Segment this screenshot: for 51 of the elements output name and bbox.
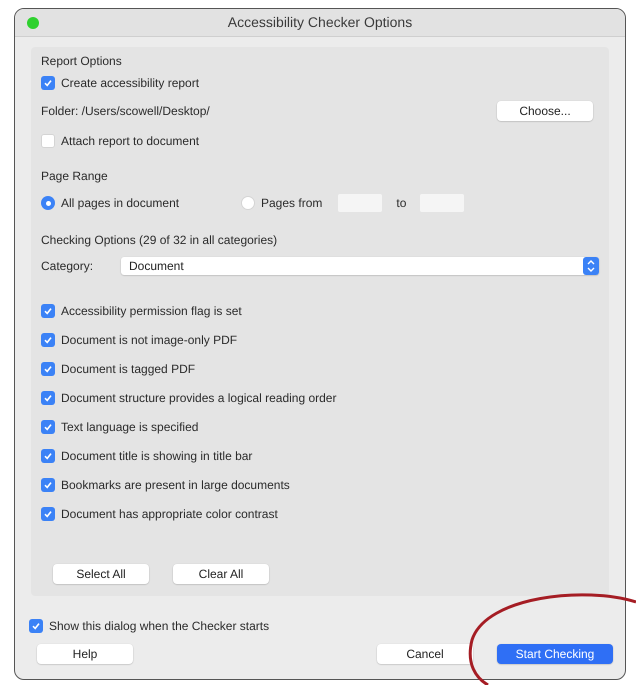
- checkbox-label: Bookmarks are present in large documents: [61, 477, 290, 494]
- checkmark-icon: [43, 306, 53, 316]
- radio-button[interactable]: [41, 196, 55, 210]
- start-checking-button[interactable]: Start Checking: [497, 644, 613, 664]
- checkbox-label: Document is tagged PDF: [61, 361, 196, 378]
- checkmark-icon: [43, 364, 53, 374]
- section-heading: Page Range: [41, 168, 109, 185]
- checkbox-label: Document has appropriate color contrast: [61, 506, 278, 523]
- radio-button[interactable]: [241, 196, 255, 210]
- dropdown-arrows-icon: [583, 257, 599, 275]
- to-label: to: [396, 195, 406, 212]
- radio-label: All pages in document: [61, 195, 180, 212]
- folder-path: Folder: /Users/scowell/Desktop/: [41, 103, 210, 120]
- checkbox[interactable]: [41, 362, 55, 376]
- checkmark-icon: [31, 621, 41, 631]
- checkmark-icon: [43, 509, 53, 519]
- checkmark-icon: [43, 393, 53, 403]
- window-title: Accessibility Checker Options: [226, 13, 414, 32]
- select-all-button[interactable]: Select All: [53, 564, 149, 584]
- checkbox[interactable]: [41, 420, 55, 434]
- footer-button[interactable]: Cancel: [377, 644, 473, 664]
- choose-button[interactable]: Choose...: [497, 101, 593, 121]
- category-label: Category:: [41, 258, 94, 275]
- checkbox-label: Document title is showing in title bar: [61, 448, 252, 465]
- checkmark-icon: [43, 480, 53, 490]
- checkmark-icon: [43, 335, 53, 345]
- radio-label: Pages from: [261, 195, 322, 212]
- checkmark-icon: [43, 422, 53, 432]
- clear-all-button[interactable]: Clear All: [173, 564, 269, 584]
- checkbox[interactable]: [41, 134, 55, 148]
- section-heading: Checking Options (29 of 32 in all categories): [41, 232, 278, 249]
- checkbox[interactable]: [41, 304, 55, 318]
- checkbox[interactable]: [41, 449, 55, 463]
- category-dropdown[interactable]: Document: [121, 257, 599, 275]
- checkbox-label: Attach report to document: [61, 133, 200, 150]
- checkbox-label: Text language is specified: [61, 419, 198, 436]
- checkbox-label: Accessibility permission flag is set: [61, 303, 242, 320]
- footer-button[interactable]: Help: [37, 644, 133, 664]
- checkbox[interactable]: [41, 507, 55, 521]
- checkbox-label: Document is not image-only PDF: [61, 332, 238, 349]
- checkmark-icon: [43, 451, 53, 461]
- section-heading: Report Options: [41, 53, 123, 70]
- checkbox[interactable]: [41, 478, 55, 492]
- checkbox-label: Show this dialog when the Checker starts: [49, 618, 270, 635]
- checkbox[interactable]: [41, 391, 55, 405]
- checkbox[interactable]: [29, 619, 43, 633]
- checkbox[interactable]: [41, 76, 55, 90]
- checkmark-icon: [43, 78, 53, 88]
- checkbox-label: Create accessibility report: [61, 75, 200, 92]
- checkbox-label: Document structure provides a logical reading order: [61, 390, 336, 407]
- checkbox[interactable]: [41, 333, 55, 347]
